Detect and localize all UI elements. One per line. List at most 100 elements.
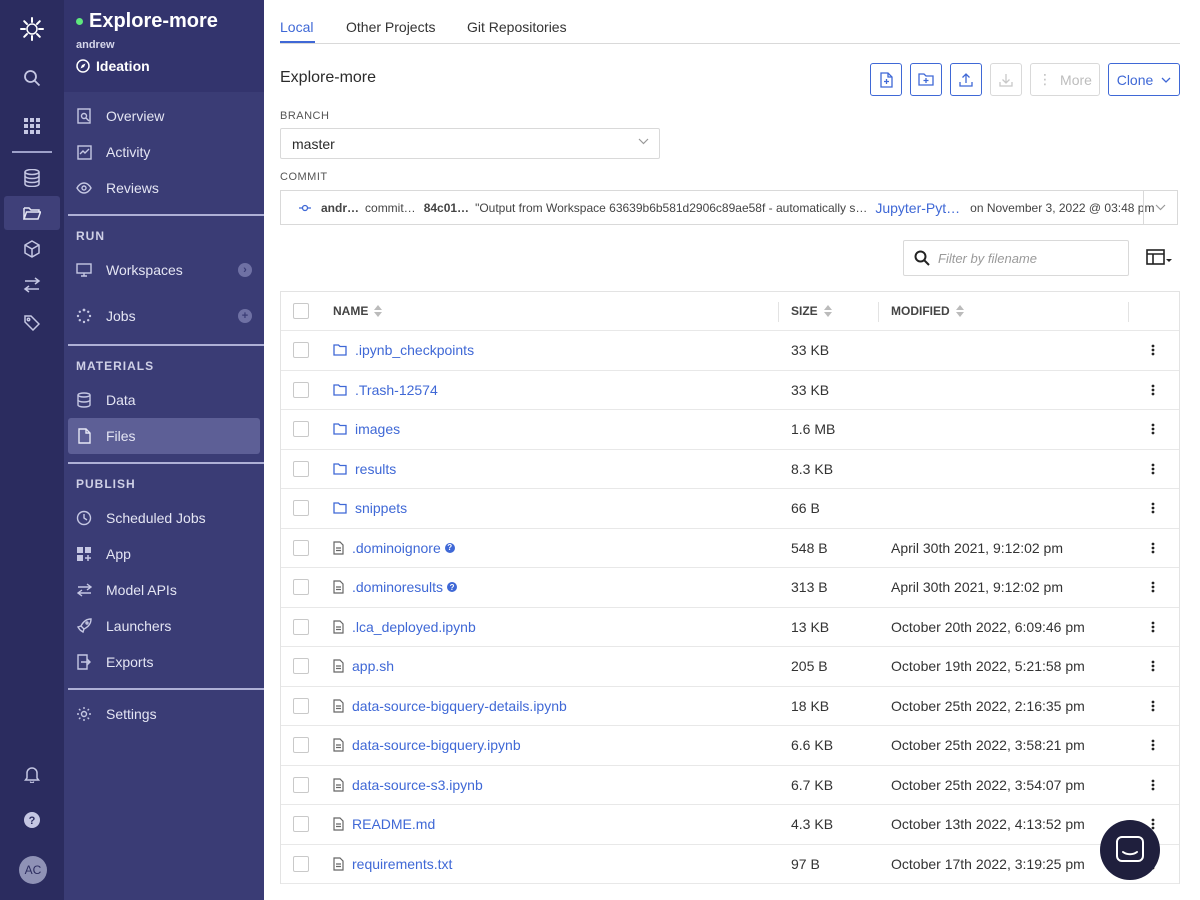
row-checkbox[interactable] (293, 539, 309, 556)
table-row[interactable]: data-source-bigquery.ipynb 6.6 KB October … (281, 726, 1179, 766)
row-actions-button[interactable] (1151, 463, 1155, 475)
file-name-cell[interactable]: .dominoignore? (333, 540, 455, 556)
table-row[interactable]: .Trash-12574 33 KB (281, 371, 1179, 410)
file-name-link[interactable]: data-source-s3.ipynb (352, 777, 483, 793)
nav-overview[interactable]: Overview (68, 98, 260, 134)
chat-launcher-button[interactable] (1100, 820, 1160, 880)
file-name-cell[interactable]: .lca_deployed.ipynb (333, 619, 476, 635)
user-avatar[interactable]: AC (19, 856, 47, 884)
nav-workspaces[interactable]: Workspaces › (68, 252, 260, 288)
table-row[interactable]: README.md 4.3 KB October 13th 2022, 4:13:5… (281, 805, 1179, 845)
add-folder-button[interactable] (910, 63, 942, 96)
file-name-link[interactable]: images (355, 421, 400, 437)
table-row[interactable]: app.sh 205 B October 19th 2022, 5:21:58 pm (281, 647, 1179, 687)
file-name-link[interactable]: .lca_deployed.ipynb (352, 619, 476, 635)
file-name-cell[interactable]: results (333, 461, 396, 477)
row-checkbox[interactable] (293, 500, 309, 517)
row-checkbox[interactable] (293, 658, 309, 675)
modified-column-header[interactable]: MODIFIED (891, 304, 964, 318)
table-row[interactable]: requirements.txt 97 B October 17th 2022, 3… (281, 845, 1179, 884)
row-actions-button[interactable] (1151, 739, 1155, 751)
file-name-link[interactable]: .dominoignore (352, 540, 441, 556)
nav-data[interactable]: Data (68, 382, 260, 418)
table-row[interactable]: results 8.3 KB (281, 450, 1179, 489)
tag-icon[interactable] (4, 306, 60, 340)
file-name-cell[interactable]: README.md (333, 816, 435, 832)
more-button[interactable]: ⋮ More (1030, 63, 1100, 96)
download-button[interactable] (990, 63, 1022, 96)
file-name-cell[interactable]: app.sh (333, 658, 394, 674)
table-row[interactable]: .ipynb_checkpoints 33 KB (281, 331, 1179, 371)
table-row[interactable]: data-source-bigquery-details.ipynb 18 KB O… (281, 687, 1179, 726)
row-actions-button[interactable] (1151, 660, 1155, 672)
projects-folder-icon[interactable] (4, 196, 60, 230)
row-checkbox[interactable] (293, 855, 309, 872)
nav-scheduled-jobs[interactable]: Scheduled Jobs (68, 500, 260, 536)
nav-app[interactable]: App (68, 536, 260, 572)
bell-icon[interactable] (4, 757, 60, 791)
upload-button[interactable] (950, 63, 982, 96)
file-name-link[interactable]: data-source-bigquery-details.ipynb (352, 698, 567, 714)
row-checkbox[interactable] (293, 460, 309, 477)
chevron-right-icon[interactable]: › (238, 263, 252, 277)
table-row[interactable]: .dominoignore? 548 B April 30th 2021, 9:12… (281, 529, 1179, 568)
help-icon[interactable]: ? (4, 803, 60, 837)
nav-exports[interactable]: Exports (68, 644, 260, 680)
table-row[interactable]: .dominoresults? 313 B April 30th 2021, 9:1… (281, 568, 1179, 608)
table-row[interactable]: data-source-s3.ipynb 6.7 KB October 25th 2… (281, 766, 1179, 805)
add-file-button[interactable] (870, 63, 902, 96)
file-name-cell[interactable]: .dominoresults? (333, 579, 458, 595)
project-title-row[interactable]: Explore-more (76, 10, 264, 33)
row-actions-button[interactable] (1151, 621, 1155, 633)
file-name-cell[interactable]: snippets (333, 500, 407, 516)
file-name-cell[interactable]: data-source-bigquery.ipynb (333, 737, 521, 753)
row-checkbox[interactable] (293, 342, 309, 359)
help-icon[interactable]: ? (444, 542, 455, 553)
file-name-cell[interactable]: .Trash-12574 (333, 382, 438, 398)
nav-settings[interactable]: Settings (68, 696, 260, 732)
nav-model-apis[interactable]: Model APIs (68, 572, 260, 608)
row-checkbox[interactable] (293, 618, 309, 635)
table-row[interactable]: images 1.6 MB (281, 410, 1179, 450)
row-checkbox[interactable] (293, 381, 309, 398)
name-column-header[interactable]: NAME (333, 304, 383, 318)
file-name-cell[interactable]: .ipynb_checkpoints (333, 342, 474, 358)
file-name-cell[interactable]: data-source-bigquery-details.ipynb (333, 698, 567, 714)
table-row[interactable]: .lca_deployed.ipynb 13 KB October 20th 202… (281, 608, 1179, 647)
branch-select[interactable]: master (280, 128, 660, 159)
column-settings-button[interactable] (1146, 249, 1172, 267)
file-name-link[interactable]: snippets (355, 500, 407, 516)
transfer-arrows-icon[interactable] (4, 268, 60, 302)
file-name-link[interactable]: README.md (352, 816, 435, 832)
row-actions-button[interactable] (1151, 700, 1155, 712)
tab-git-repositories[interactable]: Git Repositories (467, 19, 567, 35)
filter-input[interactable] (938, 250, 1118, 266)
nav-jobs[interactable]: Jobs + (68, 298, 260, 334)
nav-activity[interactable]: Activity (68, 134, 260, 170)
tab-local[interactable]: Local (280, 19, 313, 35)
file-name-link[interactable]: requirements.txt (352, 856, 452, 872)
row-actions-button[interactable] (1151, 542, 1155, 554)
file-name-link[interactable]: .ipynb_checkpoints (355, 342, 474, 358)
help-icon[interactable]: ? (447, 582, 458, 593)
row-checkbox[interactable] (293, 816, 309, 833)
row-actions-button[interactable] (1151, 779, 1155, 791)
nav-reviews[interactable]: Reviews (68, 170, 260, 206)
add-job-icon[interactable]: + (238, 309, 252, 323)
environments-box-icon[interactable] (4, 232, 60, 266)
tab-other-projects[interactable]: Other Projects (346, 19, 435, 35)
commit-dropdown-toggle[interactable] (1143, 191, 1177, 224)
database-icon[interactable] (4, 161, 60, 195)
project-stage[interactable]: Ideation (76, 58, 264, 74)
commit-source-link[interactable]: Jupyter-Pyt… (875, 200, 960, 216)
clone-button[interactable]: Clone (1108, 63, 1180, 96)
row-actions-button[interactable] (1151, 344, 1155, 356)
row-checkbox[interactable] (293, 579, 309, 596)
commit-selector[interactable]: andr… commit… 84c01… "Output from Worksp… (280, 190, 1178, 225)
row-actions-button[interactable] (1151, 423, 1155, 435)
file-name-link[interactable]: data-source-bigquery.ipynb (352, 737, 521, 753)
row-checkbox[interactable] (293, 737, 309, 754)
domino-logo-icon[interactable] (4, 12, 60, 46)
file-name-cell[interactable]: requirements.txt (333, 856, 452, 872)
search-icon[interactable] (4, 61, 60, 95)
